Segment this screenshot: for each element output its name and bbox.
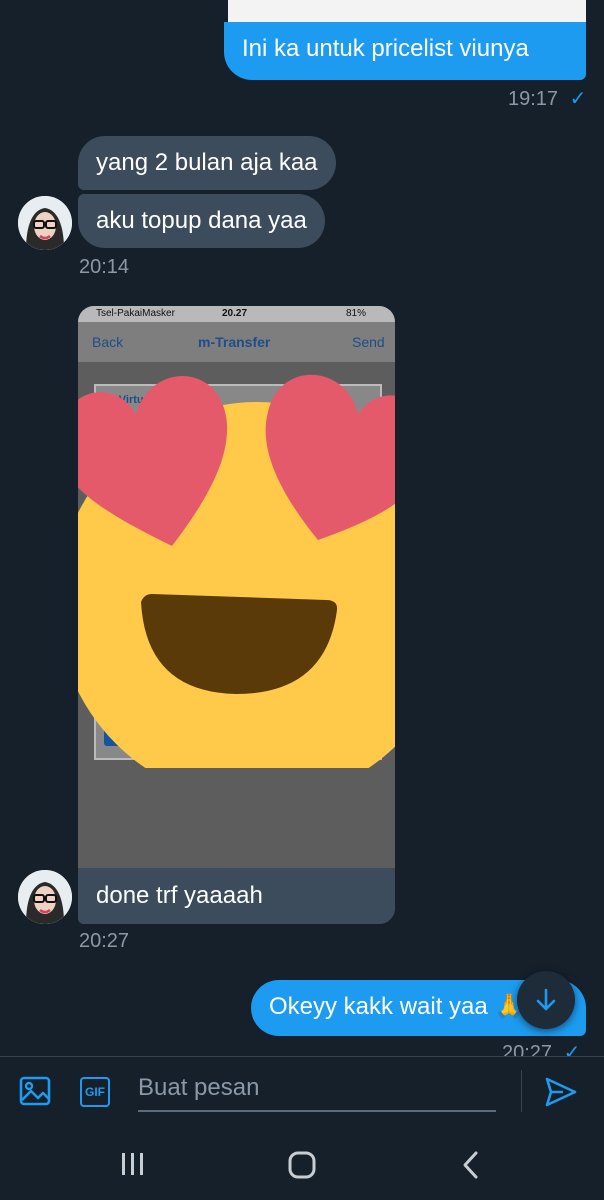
image-caption-area: done trf yaaaah bbox=[78, 868, 395, 924]
message-input[interactable]: Buat pesan bbox=[138, 1070, 496, 1112]
message-text: Ini ka untuk pricelist viunya bbox=[242, 35, 529, 62]
avatar[interactable] bbox=[18, 196, 72, 250]
scroll-to-bottom-button[interactable] bbox=[517, 971, 575, 1029]
message-text: aku topup dana yaa bbox=[96, 207, 307, 234]
gif-button[interactable]: GIF bbox=[80, 1077, 110, 1107]
avatar[interactable] bbox=[18, 870, 72, 924]
send-button[interactable] bbox=[543, 1074, 581, 1112]
message-text: Okeyy kakk wait yaa bbox=[269, 993, 488, 1020]
screenshot-status-bar: Tsel-PakaiMasker 20.27 81% bbox=[78, 306, 395, 322]
message-timestamp: 20:14 bbox=[79, 256, 130, 278]
incoming-message[interactable]: yang 2 bulan aja kaa bbox=[78, 136, 336, 190]
divider bbox=[521, 1070, 522, 1112]
avatar-photo bbox=[18, 196, 72, 250]
arrow-down-icon bbox=[536, 988, 556, 1011]
gif-icon: GIF bbox=[85, 1085, 105, 1099]
screenshot-nav-bar: Back m-Transfer Send bbox=[78, 322, 395, 362]
incoming-message[interactable]: aku topup dana yaa bbox=[78, 194, 325, 248]
image-icon bbox=[19, 1076, 51, 1106]
home-button[interactable] bbox=[286, 1150, 318, 1180]
back-button[interactable] bbox=[458, 1150, 484, 1180]
heart-eyes-emoji-sticker bbox=[78, 374, 395, 768]
previous-image-fragment[interactable] bbox=[228, 0, 586, 22]
image-message[interactable]: Tsel-PakaiMasker 20.27 81% Back m-Transf… bbox=[78, 306, 395, 924]
divider bbox=[0, 1056, 604, 1057]
home-icon bbox=[288, 1151, 316, 1179]
read-check-icon: ✓ bbox=[569, 88, 587, 110]
message-timestamp: 20:27 bbox=[79, 930, 130, 952]
message-input-placeholder: Buat pesan bbox=[138, 1074, 260, 1101]
message-text: done trf yaaaah bbox=[96, 882, 263, 909]
avatar-photo bbox=[18, 870, 72, 924]
add-image-button[interactable] bbox=[18, 1074, 54, 1110]
outgoing-message[interactable]: Ini ka untuk pricelist viunya bbox=[224, 22, 586, 80]
message-text: yang 2 bulan aja kaa bbox=[96, 149, 318, 176]
message-timestamp: 19:17 ✓ bbox=[508, 88, 587, 110]
recent-apps-button[interactable] bbox=[118, 1150, 148, 1178]
composer-area: GIF Buat pesan bbox=[0, 1056, 604, 1200]
back-icon bbox=[463, 1151, 478, 1179]
recent-apps-icon bbox=[122, 1153, 143, 1175]
send-icon bbox=[545, 1077, 577, 1107]
